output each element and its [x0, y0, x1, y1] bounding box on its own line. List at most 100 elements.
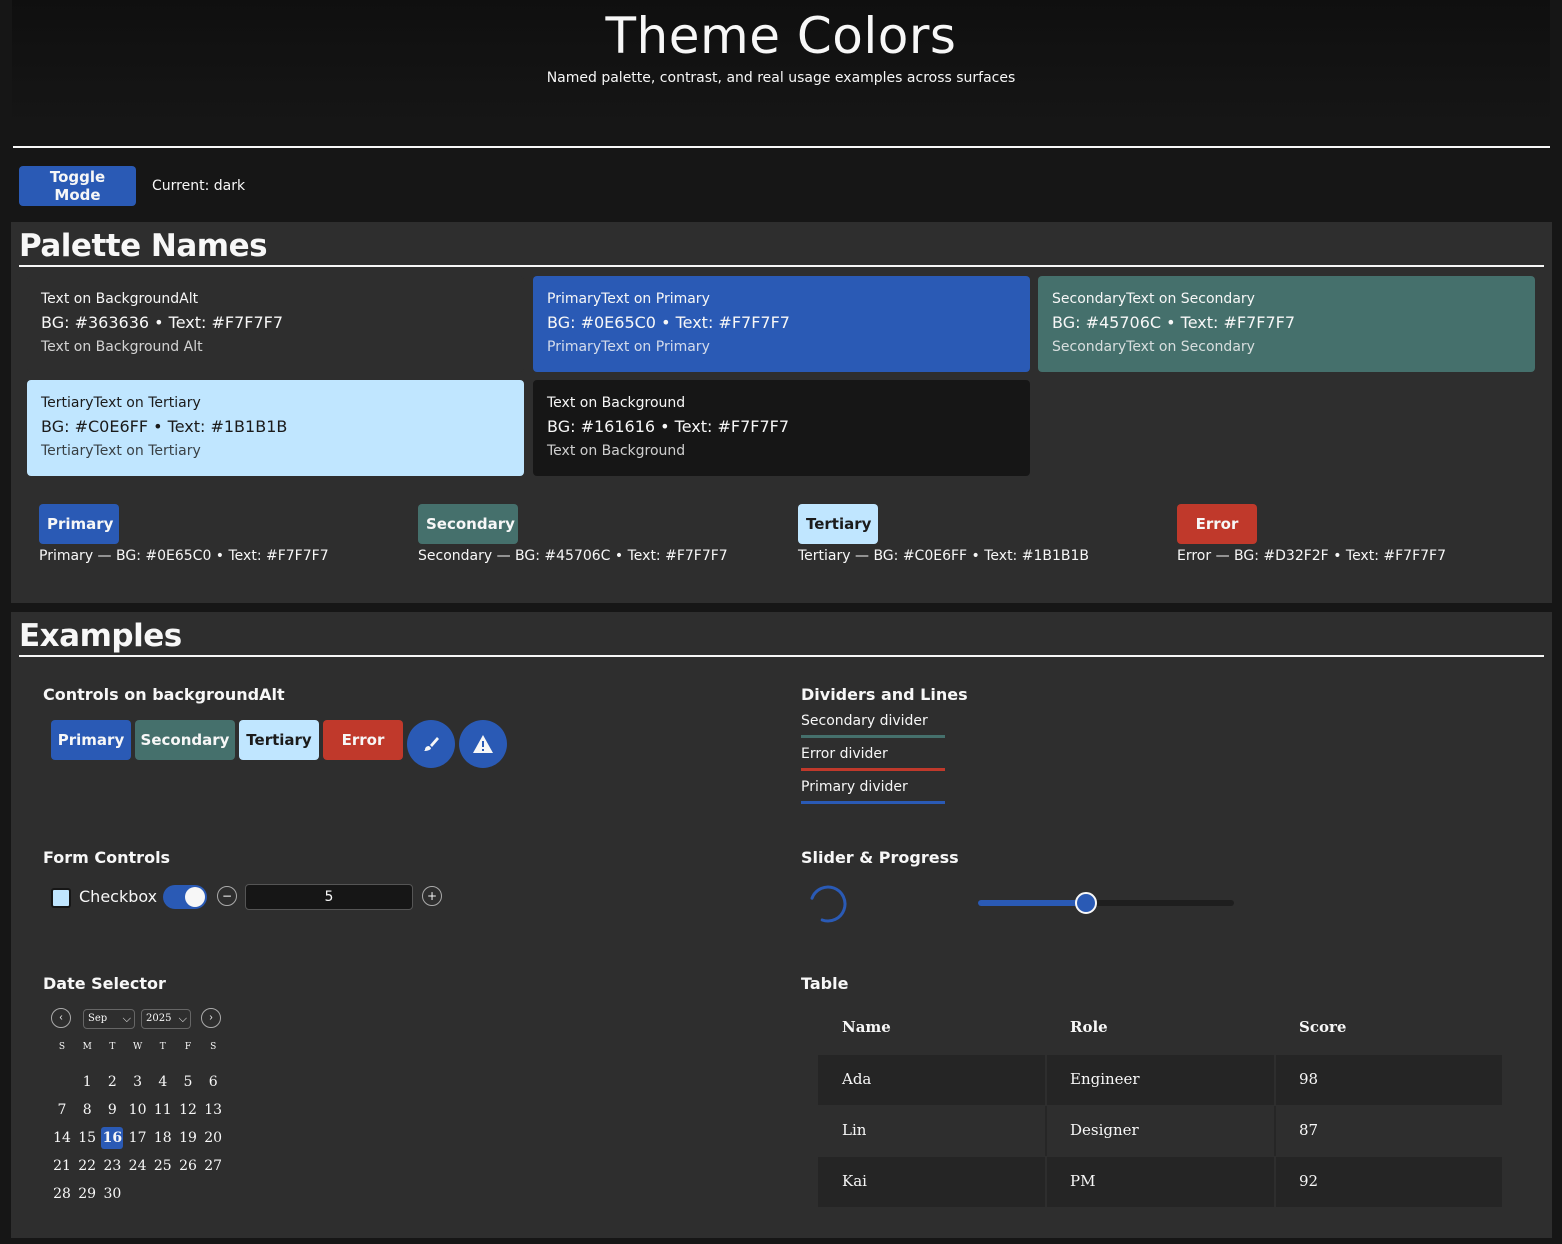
- table-cell-separator: [1274, 1157, 1276, 1207]
- calendar-day[interactable]: 5: [177, 1071, 199, 1093]
- calendar-day[interactable]: 7: [51, 1099, 73, 1121]
- examples-title-line: [19, 655, 1544, 657]
- page-subtitle: Named palette, contrast, and real usage …: [546, 70, 1016, 86]
- stepper-increment-button[interactable]: +: [422, 886, 442, 906]
- secondary-divider: [801, 735, 945, 738]
- weekday-label: S: [58, 1042, 66, 1052]
- palette-title-line: [19, 265, 1544, 267]
- controls-heading: Controls on backgroundAlt: [43, 685, 285, 704]
- progress-spinner: [810, 885, 847, 923]
- checkbox[interactable]: [51, 888, 71, 908]
- swatch-error-button[interactable]: Error: [1177, 504, 1257, 544]
- calendar-day[interactable]: 28: [51, 1183, 73, 1205]
- slider-fill: [978, 900, 1086, 906]
- warning-fab-button[interactable]: [459, 720, 507, 768]
- calendar-day[interactable]: 23: [101, 1155, 123, 1177]
- swatch-tertiary-button[interactable]: Tertiary: [798, 504, 878, 544]
- palette-card: SecondaryText on Secondary BG: #45706C • …: [1038, 276, 1535, 372]
- prev-month-button[interactable]: ‹: [51, 1008, 71, 1028]
- calendar-day[interactable]: 1: [76, 1071, 98, 1093]
- table-row: [818, 1157, 1502, 1207]
- table-header-name: Name: [842, 1018, 891, 1036]
- table-cell: Lin: [842, 1121, 867, 1139]
- calendar-day[interactable]: 30: [101, 1183, 123, 1205]
- toggle-mode-button[interactable]: Toggle Mode: [19, 166, 136, 206]
- calendar-day-selected[interactable]: 16: [101, 1127, 124, 1149]
- palette-card-sample: PrimaryText on Primary: [547, 339, 710, 355]
- warning-icon: [473, 735, 493, 753]
- calendar-day[interactable]: 18: [152, 1127, 174, 1149]
- calendar-day[interactable]: 15: [76, 1127, 98, 1149]
- calendar-day[interactable]: 3: [127, 1071, 149, 1093]
- calendar-day[interactable]: 12: [177, 1099, 199, 1121]
- table-cell-separator: [1274, 1106, 1276, 1156]
- swatch-secondary-button[interactable]: Secondary: [418, 504, 518, 544]
- tertiary-button[interactable]: Tertiary: [239, 720, 319, 760]
- weekday-label: S: [210, 1042, 217, 1052]
- error-divider: [801, 768, 945, 771]
- calendar-day[interactable]: 29: [76, 1183, 98, 1205]
- next-month-button[interactable]: ›: [201, 1008, 221, 1028]
- chevron-down-icon: ⌵: [178, 1012, 187, 1025]
- palette-card-title: PrimaryText on Primary: [547, 291, 710, 307]
- slider-track[interactable]: [978, 892, 1234, 914]
- calendar-day[interactable]: 24: [127, 1155, 149, 1177]
- examples-title: Examples: [19, 618, 182, 654]
- calendar-day[interactable]: 6: [202, 1071, 224, 1093]
- error-divider-label: Error divider: [801, 746, 888, 762]
- table-row: [818, 1106, 1502, 1156]
- primary-button[interactable]: Primary: [51, 720, 131, 760]
- calendar-day[interactable]: 17: [127, 1127, 149, 1149]
- toggle-switch[interactable]: [163, 885, 207, 909]
- table-cell: 98: [1299, 1070, 1319, 1088]
- error-button[interactable]: Error: [323, 720, 403, 760]
- table-cell: PM: [1070, 1172, 1096, 1190]
- swatch-caption: Primary — BG: #0E65C0 • Text: #F7F7F7: [39, 548, 329, 564]
- palette-card-values: BG: #161616 • Text: #F7F7F7: [547, 417, 790, 436]
- secondary-button[interactable]: Secondary: [135, 720, 235, 760]
- table-cell: 92: [1299, 1172, 1319, 1190]
- brush-fab-button[interactable]: [407, 720, 455, 768]
- stepper-input[interactable]: [245, 884, 413, 910]
- primary-divider: [801, 801, 945, 804]
- weekday-label: W: [132, 1042, 143, 1052]
- calendar-day[interactable]: 25: [152, 1155, 174, 1177]
- calendar-day[interactable]: 19: [177, 1127, 199, 1149]
- year-select-value: 2025: [146, 1013, 172, 1024]
- calendar-day[interactable]: 22: [76, 1155, 98, 1177]
- palette-card-sample: SecondaryText on Secondary: [1052, 339, 1255, 355]
- calendar-day[interactable]: 27: [202, 1155, 224, 1177]
- table-heading: Table: [801, 974, 849, 993]
- palette-card-sample: TertiaryText on Tertiary: [41, 443, 201, 459]
- calendar-day[interactable]: 26: [177, 1155, 199, 1177]
- month-select-value: Sep: [88, 1013, 108, 1024]
- table-cell: Ada: [842, 1070, 872, 1088]
- chevron-down-icon: ⌵: [122, 1012, 131, 1025]
- calendar-day[interactable]: 8: [76, 1099, 98, 1121]
- checkbox-label: Checkbox: [79, 887, 158, 906]
- calendar-day[interactable]: 10: [127, 1099, 149, 1121]
- calendar-day[interactable]: 14: [51, 1127, 73, 1149]
- calendar-day[interactable]: 11: [152, 1099, 174, 1121]
- year-select[interactable]: 2025 ⌵: [141, 1009, 191, 1029]
- current-mode-text: Current: dark: [152, 178, 246, 194]
- date-selector-heading: Date Selector: [43, 974, 166, 993]
- calendar-day[interactable]: 20: [202, 1127, 224, 1149]
- palette-card-sample: Text on Background Alt: [41, 339, 203, 355]
- slider-progress-heading: Slider & Progress: [801, 848, 959, 867]
- calendar-day[interactable]: 21: [51, 1155, 73, 1177]
- calendar-day[interactable]: 4: [152, 1071, 174, 1093]
- calendar-day[interactable]: 13: [202, 1099, 224, 1121]
- slider-thumb[interactable]: [1074, 892, 1097, 914]
- palette-card: TertiaryText on Tertiary BG: #C0E6FF • Te…: [27, 380, 524, 476]
- palette-section: Palette Names Text on BackgroundAlt BG: #…: [11, 222, 1552, 603]
- page-header: Theme Colors Named palette, contrast, an…: [12, 0, 1550, 128]
- calendar-day[interactable]: 9: [101, 1099, 123, 1121]
- calendar-day[interactable]: 2: [101, 1071, 123, 1093]
- primary-divider-label: Primary divider: [801, 779, 908, 795]
- palette-card-values: BG: #0E65C0 • Text: #F7F7F7: [547, 313, 790, 332]
- swatch-primary-button[interactable]: Primary: [39, 504, 119, 544]
- palette-card: Text on Background BG: #161616 • Text: #F…: [533, 380, 1030, 476]
- month-select[interactable]: Sep ⌵: [83, 1009, 135, 1029]
- stepper-decrement-button[interactable]: −: [217, 886, 237, 906]
